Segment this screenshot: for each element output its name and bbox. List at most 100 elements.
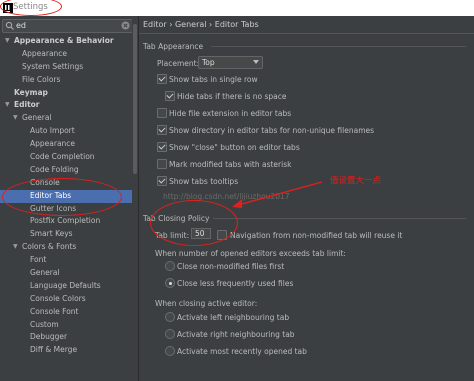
navigation-reuse-label: Navigation from non-modified tab will re… [230,231,403,240]
tab-limit-input[interactable] [191,228,211,239]
sidebar-item[interactable]: Gutter Icons [0,203,132,216]
title-bar: Settings [0,0,474,16]
tab-limit-label: Tab limit: [155,231,190,240]
placement-select[interactable]: Top [198,56,263,69]
expand-arrow-icon[interactable]: ▼ [5,35,13,48]
sidebar-item[interactable]: Auto Import [0,125,132,138]
radio-label: Close non-modified files first [177,262,285,271]
sidebar-item[interactable]: Console [0,177,132,190]
expand-arrow-icon[interactable]: ▼ [13,112,21,125]
option-label: Show tabs in single row [169,75,258,84]
sidebar-item[interactable]: ▼ General [0,112,132,125]
sidebar-item[interactable]: ▼ Colors & Fonts [0,241,132,254]
radio-label: Close less frequently used files [177,279,294,288]
sidebar-item[interactable]: File Colors [0,74,132,87]
sidebar-item[interactable]: Console Colors [0,293,132,306]
sidebar-item-label: Custom [30,319,59,329]
sidebar-item[interactable]: System Settings [0,61,132,74]
sidebar-item[interactable]: Diff & Merge [0,344,132,357]
option-radio[interactable] [165,329,175,339]
search-input[interactable] [16,20,116,31]
annotation-arrow [232,181,323,208]
section-divider [213,218,466,219]
sidebar-item-label: Appearance [22,48,68,58]
sidebar-item-label: Code Folding [30,164,79,174]
option-radio[interactable] [165,346,175,356]
sidebar-item-label: Font [30,255,47,265]
option-radio[interactable] [165,278,175,288]
sidebar-item[interactable]: Console Font [0,306,132,319]
sidebar-item-label: Code Completion [30,152,95,162]
expand-arrow-icon[interactable]: ▼ [5,99,13,112]
expand-arrow-icon[interactable]: ▼ [13,241,21,254]
breadcrumb: Editor › General › Editor Tabs [143,20,259,29]
sidebar-item-label: Editor Tabs [30,190,72,200]
sidebar-item[interactable]: Appearance [0,138,132,151]
sidebar-item-label: Postfix Completion [30,216,101,226]
sidebar-item[interactable]: ▼ Editor [0,99,132,112]
option-checkbox[interactable] [157,125,167,135]
navigation-reuse-checkbox[interactable] [217,230,227,240]
sidebar-item[interactable]: Smart Keys [0,228,132,241]
sidebar-item[interactable]: Appearance [0,48,132,61]
closing-editor-label: When closing active editor: [155,299,258,308]
placement-label: Placement: [157,59,200,68]
sidebar-item-label: Keymap [14,87,48,97]
sidebar-item-label: Language Defaults [30,280,101,290]
sidebar-item-label: Console [30,177,60,187]
option-radio[interactable] [165,312,175,322]
sidebar-item-label: File Colors [22,74,61,84]
sidebar-item-label: Debugger [30,332,68,342]
option-label: Show directory in editor tabs for non-un… [169,126,375,135]
sidebar-item-label: General [22,113,52,123]
option-checkbox[interactable] [157,74,167,84]
sidebar-item[interactable]: Font [0,254,132,267]
settings-tree: ▼ Appearance & Behavior Appearance System S… [0,35,132,357]
sidebar-item-label: Smart Keys [30,229,73,239]
sidebar-item-label: General [30,268,60,278]
placement-value: Top [202,58,215,67]
section-divider [211,46,466,47]
option-checkbox[interactable] [157,142,167,152]
sidebar-item[interactable]: Debugger [0,331,132,344]
search-icon [5,21,14,30]
sidebar-item-label: System Settings [22,61,84,71]
sidebar-item[interactable]: ▼ Appearance & Behavior [0,35,132,48]
radio-label: Activate most recently opened tab [177,347,307,356]
settings-sidebar: ▼Appearance & BehaviorAppearanceSystem S… [0,16,139,381]
sidebar-item-label: Appearance & Behavior [14,36,114,45]
option-label: Hide file extension in editor tabs [169,109,292,118]
sidebar-item-label: Diff & Merge [30,345,78,355]
chevron-down-icon [253,60,259,64]
option-checkbox[interactable] [157,176,167,186]
sidebar-item-label: Appearance [30,139,76,149]
sidebar-item[interactable]: Custom [0,319,132,332]
scrollbar-thumb[interactable] [133,24,137,174]
sidebar-item[interactable]: Keymap [0,87,132,100]
option-label: Hide tabs if there is no space [177,92,287,101]
exceeds-limit-label: When number of opened editors exceeds ta… [155,249,346,258]
sidebar-item-label: Auto Import [30,126,75,136]
option-checkbox[interactable] [165,91,175,101]
sidebar-item[interactable]: Code Completion [0,151,132,164]
sidebar-item[interactable]: Postfix Completion [0,215,132,228]
clear-search-icon[interactable] [121,21,130,30]
sidebar-item[interactable]: General [0,267,132,280]
sidebar-item[interactable]: Code Folding [0,164,132,177]
option-checkbox[interactable] [157,159,167,169]
option-radio[interactable] [165,261,175,271]
divider [139,33,474,34]
sidebar-item-label: Gutter Icons [30,203,77,213]
sidebar-item-label: Console Colors [30,293,86,303]
option-label: Show "close" button on editor tabs [169,143,300,152]
option-label: Mark modified tabs with asterisk [169,160,292,169]
annotation-text: 值设置大一点 [330,176,382,186]
tab-closing-header: Tab Closing Policy [143,214,210,223]
search-box[interactable] [2,19,133,33]
tab-appearance-header: Tab Appearance [143,42,204,51]
sidebar-item[interactable]: Editor Tabs [0,189,132,203]
sidebar-item-label: Editor [14,100,40,110]
sidebar-scrollbar[interactable] [132,16,138,381]
option-checkbox[interactable] [157,108,167,118]
sidebar-item[interactable]: Language Defaults [0,280,132,293]
